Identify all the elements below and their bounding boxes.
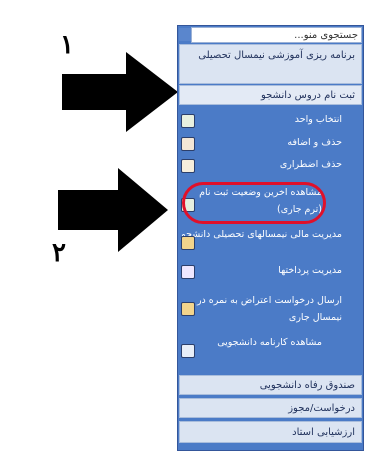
pointer-arrow-1 [62,52,178,132]
finance-icon [181,236,195,250]
menu-search-input[interactable]: جستجوی منو... [191,27,362,43]
menu-item-add-drop[interactable]: حذف و اضافه [179,135,362,153]
highlight-oval [182,182,326,224]
menu-section-instructor-evaluation[interactable]: ارزشیابی استاد [179,421,362,443]
transcript-icon [181,344,195,358]
request-icon [181,302,195,316]
payment-icon [181,265,195,279]
menu-section-course-planning[interactable]: برنامه ریزی آموزشی نیمسال تحصیلی [179,44,362,84]
menu-item-label: ارسال درخواست اعتراض به نمره در نیمسال ج… [196,295,342,323]
menu-item-label: مدیریت پرداختها [278,265,342,276]
menu-item-label: مدیریت مالی نیمسالهای تحصیلی دانشجو [181,229,342,240]
menu-item-transcript[interactable]: مشاهده کارنامه دانشجویی [179,334,362,370]
menu-item-label: انتخاب واحد [294,114,342,125]
menu-section-requests[interactable]: درخواست/مجوز [179,398,362,418]
menu-item-payments[interactable]: مدیریت پرداختها [179,263,362,281]
search-icon [179,28,191,41]
document-edit-icon [181,114,195,128]
menu-item-label: حذف اضطراری [279,159,342,170]
menu-item-financial-management[interactable]: مدیریت مالی نیمسالهای تحصیلی دانشجو [179,226,362,260]
pointer-arrow-2 [58,168,168,252]
menu-item-emergency-drop[interactable]: حذف اضطراری [179,157,362,175]
menu-section-welfare-fund[interactable]: صندوق رفاه دانشجویی [179,375,362,395]
menu-item-grade-appeal[interactable]: ارسال درخواست اعتراض به نمره در نیمسال ج… [179,292,362,328]
menu-item-unit-selection[interactable]: انتخاب واحد [179,112,362,130]
menu-item-label: مشاهده کارنامه دانشجویی [217,337,322,348]
menu-section-course-registration[interactable]: ثبت نام دروس دانشجو [179,85,362,105]
menu-item-label: حذف و اضافه [287,137,342,148]
add-remove-icon [181,137,195,151]
checklist-icon [181,159,195,173]
